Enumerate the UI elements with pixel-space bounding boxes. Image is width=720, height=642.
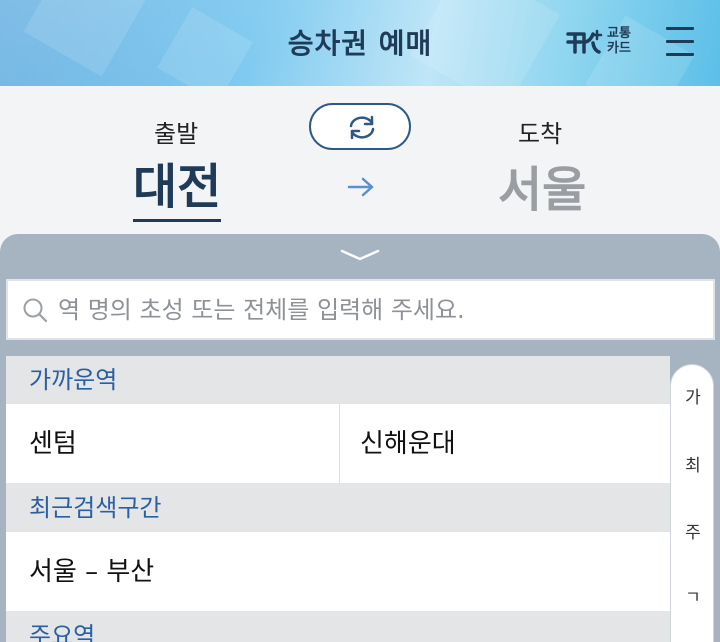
station-item-sinhaeundae[interactable]: 신해운대 [339,404,670,483]
section-header-major: 주요역 [6,612,670,642]
index-item[interactable]: 가 [671,383,715,408]
section-header-nearby: 가까운역 [6,356,670,404]
index-scroll-bar[interactable]: 가 최 주 ㄱ [670,364,714,642]
transport-card-logo[interactable]: 교통 카드 [566,24,638,60]
chevron-down-icon[interactable] [340,248,380,262]
hamburger-menu-icon[interactable] [666,27,696,57]
swap-arrows-icon [349,115,375,140]
index-item[interactable]: ㄱ [671,583,715,608]
list-row: 서울 – 부산 [6,532,670,612]
departure-label: 출발 [154,120,199,148]
index-item[interactable]: 주 [671,518,715,543]
arrival-station[interactable]: 서울 [498,161,586,219]
recent-route-item[interactable]: 서울 – 부산 [6,532,670,611]
transport-card-icon [566,29,603,54]
swap-stations-button[interactable] [309,103,411,150]
station-search-box [6,279,715,340]
search-icon [23,298,48,322]
card-logo-line2: 카드 [607,41,631,56]
departure-station[interactable]: 대전 [133,158,222,222]
app-header: 승차권 예매 교통 카드 [0,0,720,86]
right-arrow-icon [347,177,374,197]
index-item[interactable]: 최 [671,451,715,476]
section-header-recent: 최근검색구간 [6,484,670,532]
route-selector: 출발 도착 대전 서울 [0,86,720,236]
arrival-label: 도착 [518,120,563,148]
station-search-input[interactable] [58,295,688,324]
list-row: 센텀 신해운대 [6,404,670,484]
card-logo-line1: 교통 [607,26,631,41]
station-picker-sheet: 가까운역 센텀 신해운대 최근검색구간 서울 – 부산 주요역 가 최 주 ㄱ [0,234,720,642]
station-item-centum[interactable]: 센텀 [6,404,339,483]
station-list: 가까운역 센텀 신해운대 최근검색구간 서울 – 부산 주요역 [6,356,670,642]
